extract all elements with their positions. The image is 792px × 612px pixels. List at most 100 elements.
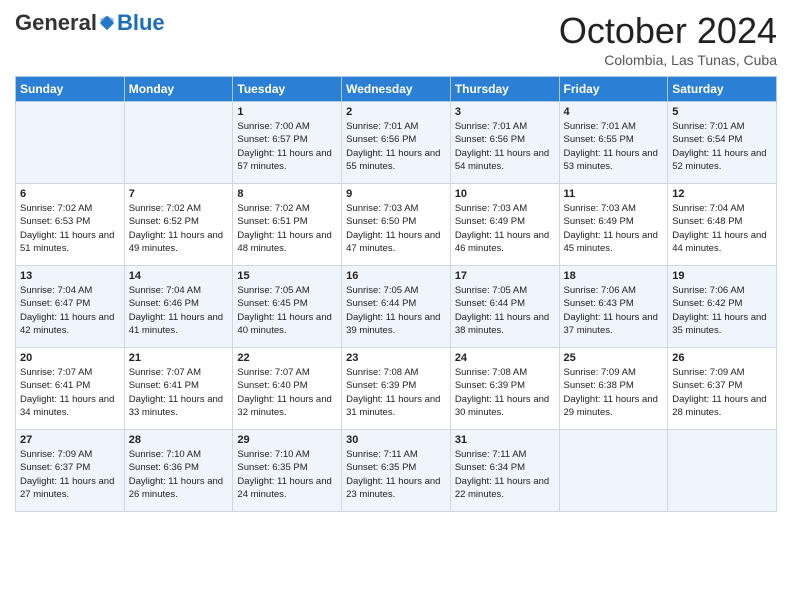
day-number: 14: [129, 270, 229, 282]
col-saturday: Saturday: [668, 77, 777, 102]
col-friday: Friday: [559, 77, 668, 102]
logo-text: General Blue: [15, 10, 165, 36]
day-number: 16: [346, 270, 446, 282]
calendar-cell: 20 Sunrise: 7:07 AMSunset: 6:41 PMDayligh…: [16, 348, 125, 430]
col-monday: Monday: [124, 77, 233, 102]
day-number: 8: [237, 188, 337, 200]
cell-content: Sunrise: 7:03 AMSunset: 6:49 PMDaylight:…: [564, 203, 658, 254]
calendar-cell: 22 Sunrise: 7:07 AMSunset: 6:40 PMDayligh…: [233, 348, 342, 430]
col-wednesday: Wednesday: [342, 77, 451, 102]
day-number: 26: [672, 352, 772, 364]
calendar-cell: 28Sunrise: 7:10 AMSunset: 6:36 PMDayligh…: [124, 430, 233, 512]
day-number: 13: [20, 270, 120, 282]
cell-content: Sunrise: 7:08 AMSunset: 6:39 PMDaylight:…: [346, 367, 440, 418]
cell-content: Sunrise: 7:05 AMSunset: 6:44 PMDaylight:…: [346, 285, 440, 336]
calendar-cell: 9Sunrise: 7:03 AMSunset: 6:50 PMDaylight…: [342, 184, 451, 266]
cell-content: Sunrise: 7:04 AMSunset: 6:47 PMDaylight:…: [20, 285, 114, 336]
calendar-cell: 13 Sunrise: 7:04 AMSunset: 6:47 PMDayligh…: [16, 266, 125, 348]
day-number: 15: [237, 270, 337, 282]
calendar-cell: 8 Sunrise: 7:02 AMSunset: 6:51 PMDaylight…: [233, 184, 342, 266]
header: General Blue October 2024 Colombia, Las …: [15, 10, 777, 68]
calendar-cell: 29Sunrise: 7:10 AMSunset: 6:35 PMDayligh…: [233, 430, 342, 512]
day-number: 30: [346, 434, 446, 446]
cell-content: Sunrise: 7:08 AMSunset: 6:39 PMDaylight:…: [455, 367, 549, 418]
month-title: October 2024: [559, 10, 777, 52]
calendar-cell: 21 Sunrise: 7:07 AMSunset: 6:41 PMDayligh…: [124, 348, 233, 430]
calendar-cell: 16 Sunrise: 7:05 AMSunset: 6:44 PMDayligh…: [342, 266, 451, 348]
calendar-cell: 25Sunrise: 7:09 AMSunset: 6:38 PMDayligh…: [559, 348, 668, 430]
cell-content: Sunrise: 7:02 AMSunset: 6:52 PMDaylight:…: [129, 203, 223, 254]
day-number: 22: [237, 352, 337, 364]
day-number: 12: [672, 188, 772, 200]
calendar-cell: [16, 102, 125, 184]
day-number: 21: [129, 352, 229, 364]
col-tuesday: Tuesday: [233, 77, 342, 102]
day-number: 31: [455, 434, 555, 446]
calendar-cell: 26 Sunrise: 7:09 AMSunset: 6:37 PMDayligh…: [668, 348, 777, 430]
cell-content: Sunrise: 7:03 AMSunset: 6:49 PMDaylight:…: [455, 203, 549, 254]
col-sunday: Sunday: [16, 77, 125, 102]
day-number: 2: [346, 106, 446, 118]
cell-content: Sunrise: 7:09 AMSunset: 6:38 PMDaylight:…: [564, 367, 658, 418]
col-thursday: Thursday: [450, 77, 559, 102]
day-number: 3: [455, 106, 555, 118]
day-number: 10: [455, 188, 555, 200]
cell-content: Sunrise: 7:02 AMSunset: 6:53 PMDaylight:…: [20, 203, 114, 254]
calendar-cell: 18Sunrise: 7:06 AMSunset: 6:43 PMDayligh…: [559, 266, 668, 348]
calendar-cell: 4Sunrise: 7:01 AMSunset: 6:55 PMDaylight…: [559, 102, 668, 184]
calendar-cell: [124, 102, 233, 184]
cell-content: Sunrise: 7:07 AMSunset: 6:40 PMDaylight:…: [237, 367, 331, 418]
cell-content: Sunrise: 7:03 AMSunset: 6:50 PMDaylight:…: [346, 203, 440, 254]
calendar-week-row: 1Sunrise: 7:00 AMSunset: 6:57 PMDaylight…: [16, 102, 777, 184]
calendar-cell: 17Sunrise: 7:05 AMSunset: 6:44 PMDayligh…: [450, 266, 559, 348]
calendar-cell: 12 Sunrise: 7:04 AMSunset: 6:48 PMDayligh…: [668, 184, 777, 266]
calendar-cell: [668, 430, 777, 512]
calendar-cell: 6Sunrise: 7:02 AMSunset: 6:53 PMDaylight…: [16, 184, 125, 266]
calendar-week-row: 13 Sunrise: 7:04 AMSunset: 6:47 PMDayligh…: [16, 266, 777, 348]
calendar-cell: 24 Sunrise: 7:08 AMSunset: 6:39 PMDayligh…: [450, 348, 559, 430]
day-number: 17: [455, 270, 555, 282]
calendar-cell: [559, 430, 668, 512]
location-subtitle: Colombia, Las Tunas, Cuba: [559, 52, 777, 68]
day-number: 29: [237, 434, 337, 446]
calendar-cell: 23 Sunrise: 7:08 AMSunset: 6:39 PMDayligh…: [342, 348, 451, 430]
cell-content: Sunrise: 7:01 AMSunset: 6:56 PMDaylight:…: [455, 121, 549, 172]
calendar-container: General Blue October 2024 Colombia, Las …: [0, 0, 792, 527]
calendar-cell: 31Sunrise: 7:11 AMSunset: 6:34 PMDayligh…: [450, 430, 559, 512]
cell-content: Sunrise: 7:05 AMSunset: 6:45 PMDaylight:…: [237, 285, 331, 336]
cell-content: Sunrise: 7:11 AMSunset: 6:35 PMDaylight:…: [346, 449, 440, 500]
calendar-week-row: 6Sunrise: 7:02 AMSunset: 6:53 PMDaylight…: [16, 184, 777, 266]
day-number: 20: [20, 352, 120, 364]
cell-content: Sunrise: 7:01 AMSunset: 6:54 PMDaylight:…: [672, 121, 766, 172]
cell-content: Sunrise: 7:07 AMSunset: 6:41 PMDaylight:…: [129, 367, 223, 418]
cell-content: Sunrise: 7:02 AMSunset: 6:51 PMDaylight:…: [237, 203, 331, 254]
calendar-cell: 3 Sunrise: 7:01 AMSunset: 6:56 PMDaylight…: [450, 102, 559, 184]
day-number: 5: [672, 106, 772, 118]
cell-content: Sunrise: 7:04 AMSunset: 6:48 PMDaylight:…: [672, 203, 766, 254]
calendar-body: 1Sunrise: 7:00 AMSunset: 6:57 PMDaylight…: [16, 102, 777, 512]
calendar-week-row: 20 Sunrise: 7:07 AMSunset: 6:41 PMDayligh…: [16, 348, 777, 430]
calendar-table: Sunday Monday Tuesday Wednesday Thursday…: [15, 76, 777, 512]
day-number: 27: [20, 434, 120, 446]
calendar-cell: 10 Sunrise: 7:03 AMSunset: 6:49 PMDayligh…: [450, 184, 559, 266]
calendar-cell: 2 Sunrise: 7:01 AMSunset: 6:56 PMDaylight…: [342, 102, 451, 184]
day-number: 24: [455, 352, 555, 364]
calendar-cell: 19Sunrise: 7:06 AMSunset: 6:42 PMDayligh…: [668, 266, 777, 348]
calendar-header-row: Sunday Monday Tuesday Wednesday Thursday…: [16, 77, 777, 102]
cell-content: Sunrise: 7:01 AMSunset: 6:56 PMDaylight:…: [346, 121, 440, 172]
logo-icon: [98, 14, 116, 32]
cell-content: Sunrise: 7:07 AMSunset: 6:41 PMDaylight:…: [20, 367, 114, 418]
calendar-cell: 30 Sunrise: 7:11 AMSunset: 6:35 PMDayligh…: [342, 430, 451, 512]
calendar-cell: 14Sunrise: 7:04 AMSunset: 6:46 PMDayligh…: [124, 266, 233, 348]
day-number: 23: [346, 352, 446, 364]
calendar-cell: 11Sunrise: 7:03 AMSunset: 6:49 PMDayligh…: [559, 184, 668, 266]
calendar-cell: 27Sunrise: 7:09 AMSunset: 6:37 PMDayligh…: [16, 430, 125, 512]
logo: General Blue: [15, 10, 165, 36]
cell-content: Sunrise: 7:06 AMSunset: 6:42 PMDaylight:…: [672, 285, 766, 336]
cell-content: Sunrise: 7:00 AMSunset: 6:57 PMDaylight:…: [237, 121, 331, 172]
logo-general: General: [15, 10, 97, 36]
day-number: 28: [129, 434, 229, 446]
title-block: October 2024 Colombia, Las Tunas, Cuba: [559, 10, 777, 68]
cell-content: Sunrise: 7:09 AMSunset: 6:37 PMDaylight:…: [672, 367, 766, 418]
day-number: 7: [129, 188, 229, 200]
